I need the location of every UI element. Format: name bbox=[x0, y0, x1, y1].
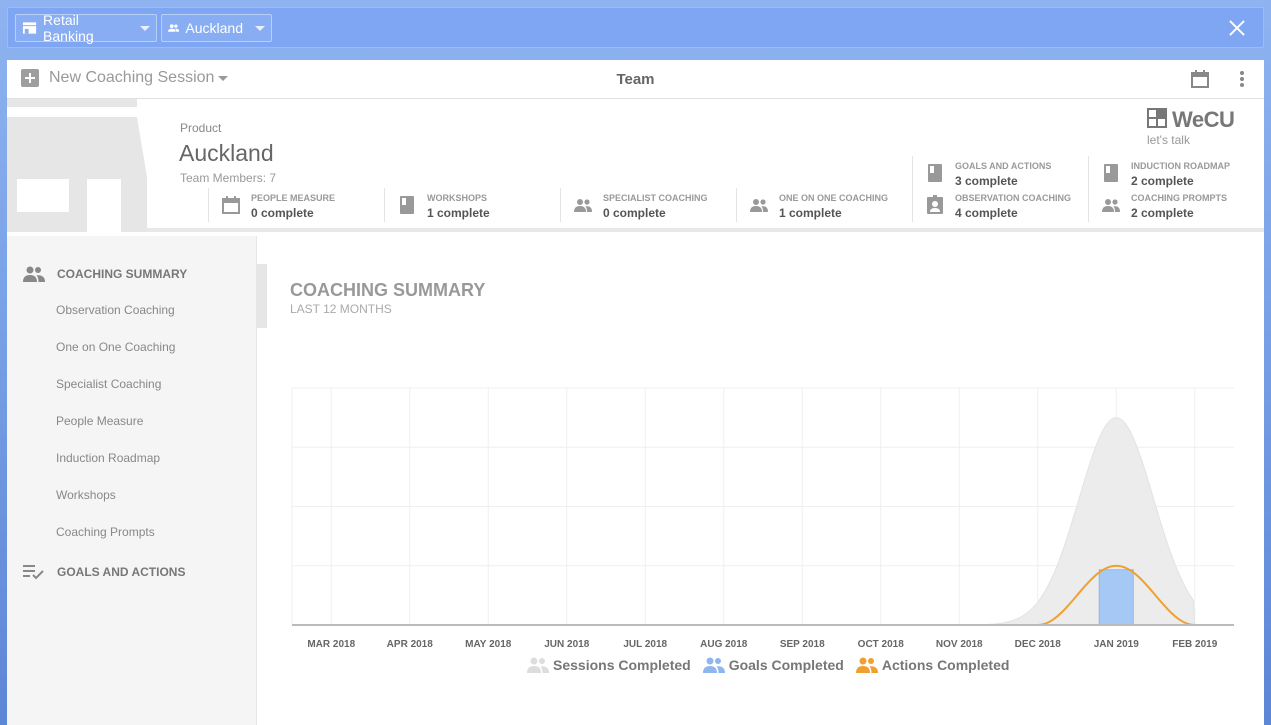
book-icon bbox=[400, 196, 414, 214]
sidebar-heading-label: COACHING SUMMARY bbox=[57, 267, 188, 281]
people-icon bbox=[750, 199, 768, 212]
store-icon bbox=[22, 22, 37, 34]
people-icon bbox=[527, 657, 549, 673]
chart-legend: Sessions Completed Goals Completed Actio… bbox=[527, 657, 1009, 673]
close-icon[interactable] bbox=[1227, 18, 1247, 38]
x-tick-label: NOV 2018 bbox=[936, 639, 983, 650]
chevron-down-icon bbox=[140, 25, 150, 31]
stat-people-measure[interactable]: PEOPLE MEASURE 0 complete bbox=[208, 188, 384, 222]
x-tick-label: JUN 2018 bbox=[544, 639, 589, 650]
stat-value: 1 complete bbox=[427, 206, 490, 220]
x-tick-label: APR 2018 bbox=[387, 639, 434, 650]
sessions-area bbox=[331, 417, 1196, 626]
stat-value: 2 complete bbox=[1131, 206, 1194, 220]
more-options-icon[interactable] bbox=[1240, 71, 1244, 87]
stat-value: 0 complete bbox=[251, 206, 314, 220]
x-tick-label: MAY 2018 bbox=[465, 639, 512, 650]
sidebar-item-observation-coaching[interactable]: Observation Coaching bbox=[56, 303, 175, 317]
page-title: Team bbox=[616, 71, 655, 88]
location-selector[interactable]: Auckland bbox=[161, 14, 272, 42]
chevron-down-icon bbox=[255, 25, 265, 31]
product-label: Product bbox=[180, 121, 222, 135]
goals-bar bbox=[1098, 569, 1134, 626]
x-tick-label: MAR 2018 bbox=[307, 639, 355, 650]
stat-label: ONE ON ONE COACHING bbox=[779, 193, 889, 203]
sidebar-item-people-measure[interactable]: People Measure bbox=[56, 414, 143, 428]
stat-value: 2 complete bbox=[1131, 174, 1194, 188]
stat-observation-coaching[interactable]: OBSERVATION COACHING 4 complete bbox=[912, 188, 1088, 222]
sidebar: COACHING SUMMARY Observation Coaching On… bbox=[7, 236, 257, 725]
team-members-count: Team Members: 7 bbox=[180, 171, 277, 185]
x-tick-label: FEB 2019 bbox=[1172, 639, 1217, 650]
main-panel: New Coaching Session Team Product Auckla… bbox=[7, 60, 1264, 725]
x-tick-label: AUG 2018 bbox=[700, 639, 748, 650]
stat-value: 3 complete bbox=[955, 174, 1018, 188]
logo-text: WeCU bbox=[1172, 107, 1235, 132]
people-icon bbox=[855, 657, 878, 673]
sidebar-item-coaching-prompts[interactable]: Coaching Prompts bbox=[56, 525, 155, 539]
stat-coaching-prompts[interactable]: COACHING PROMPTS 2 complete bbox=[1088, 188, 1264, 222]
legend-goals[interactable]: Goals Completed bbox=[702, 657, 844, 673]
people-icon bbox=[168, 24, 180, 32]
location-label: Auckland bbox=[185, 20, 243, 36]
stat-label: WORKSHOPS bbox=[427, 193, 488, 203]
badge-icon bbox=[927, 195, 943, 214]
panel-header: New Coaching Session Team bbox=[7, 60, 1264, 99]
sidebar-item-workshops[interactable]: Workshops bbox=[56, 488, 116, 502]
sidebar-coaching-summary[interactable]: COACHING SUMMARY bbox=[23, 266, 187, 282]
stat-label: PEOPLE MEASURE bbox=[251, 193, 336, 203]
wecu-logo: WeCU bbox=[1147, 107, 1235, 133]
x-tick-label: JAN 2019 bbox=[1094, 639, 1139, 650]
sidebar-goals-and-actions[interactable]: GOALS AND ACTIONS bbox=[23, 564, 185, 580]
coaching-summary-chart: MAR 2018 APR 2018 MAY 2018 JUN 2018 JUL 2018… bbox=[291, 387, 1234, 650]
stat-value: 0 complete bbox=[603, 206, 666, 220]
sidebar-item-induction-roadmap[interactable]: Induction Roadmap bbox=[56, 451, 160, 465]
legend-sessions[interactable]: Sessions Completed bbox=[527, 657, 691, 673]
stat-label: OBSERVATION COACHING bbox=[955, 193, 1072, 203]
people-icon bbox=[23, 266, 45, 282]
people-icon bbox=[702, 657, 725, 673]
legend-label: Goals Completed bbox=[728, 657, 844, 673]
business-unit-selector[interactable]: Retail Banking bbox=[15, 12, 157, 44]
checklist-icon bbox=[23, 565, 44, 580]
sidebar-item-specialist-coaching[interactable]: Specialist Coaching bbox=[56, 377, 161, 391]
logo-icon bbox=[1147, 108, 1167, 128]
legend-label: Actions Completed bbox=[881, 657, 1010, 673]
legend-label: Sessions Completed bbox=[553, 657, 691, 673]
top-bar: Retail Banking Auckland bbox=[7, 7, 1264, 48]
business-unit-label: Retail Banking bbox=[43, 12, 94, 44]
stat-label: INDUCTION ROADMAP bbox=[1131, 161, 1230, 171]
book-icon bbox=[1104, 164, 1118, 182]
calendar-icon bbox=[222, 196, 240, 214]
people-icon bbox=[574, 199, 592, 212]
chart-title: COACHING SUMMARY bbox=[290, 280, 486, 300]
stat-value: 4 complete bbox=[955, 206, 1018, 220]
stat-workshops[interactable]: WORKSHOPS 1 complete bbox=[384, 188, 560, 222]
x-tick-label: SEP 2018 bbox=[780, 639, 825, 650]
stat-label: SPECIALIST COACHING bbox=[603, 193, 708, 203]
stat-induction-roadmap[interactable]: INDUCTION ROADMAP 2 complete bbox=[1088, 156, 1264, 190]
stat-label: COACHING PROMPTS bbox=[1131, 193, 1228, 203]
stat-value: 1 complete bbox=[779, 206, 842, 220]
x-tick-label: DEC 2018 bbox=[1015, 639, 1062, 650]
product-name: Auckland bbox=[179, 140, 274, 166]
x-tick-label: JUL 2018 bbox=[623, 639, 667, 650]
x-tick-label: OCT 2018 bbox=[858, 639, 905, 650]
book-icon bbox=[928, 164, 942, 182]
legend-actions[interactable]: Actions Completed bbox=[855, 657, 1010, 673]
calendar-icon[interactable] bbox=[1191, 70, 1209, 88]
product-info: Product Auckland Team Members: 7 WeCU le… bbox=[7, 99, 1264, 232]
storefront-icon bbox=[7, 99, 147, 232]
logo-tagline: let's talk bbox=[1147, 133, 1190, 147]
sidebar-item-one-on-one-coaching[interactable]: One on One Coaching bbox=[56, 340, 175, 354]
stat-goals-and-actions[interactable]: GOALS AND ACTIONS 3 complete bbox=[912, 156, 1088, 190]
stat-label: GOALS AND ACTIONS bbox=[955, 161, 1052, 171]
people-icon bbox=[1102, 199, 1120, 212]
sidebar-collapse-handle[interactable] bbox=[257, 264, 267, 328]
chart-subtitle: LAST 12 MONTHS bbox=[290, 302, 392, 316]
stat-specialist-coaching[interactable]: SPECIALIST COACHING 0 complete bbox=[560, 188, 736, 222]
sidebar-heading-label: GOALS AND ACTIONS bbox=[57, 565, 186, 579]
stat-one-on-one-coaching[interactable]: ONE ON ONE COACHING 1 complete bbox=[736, 188, 912, 222]
